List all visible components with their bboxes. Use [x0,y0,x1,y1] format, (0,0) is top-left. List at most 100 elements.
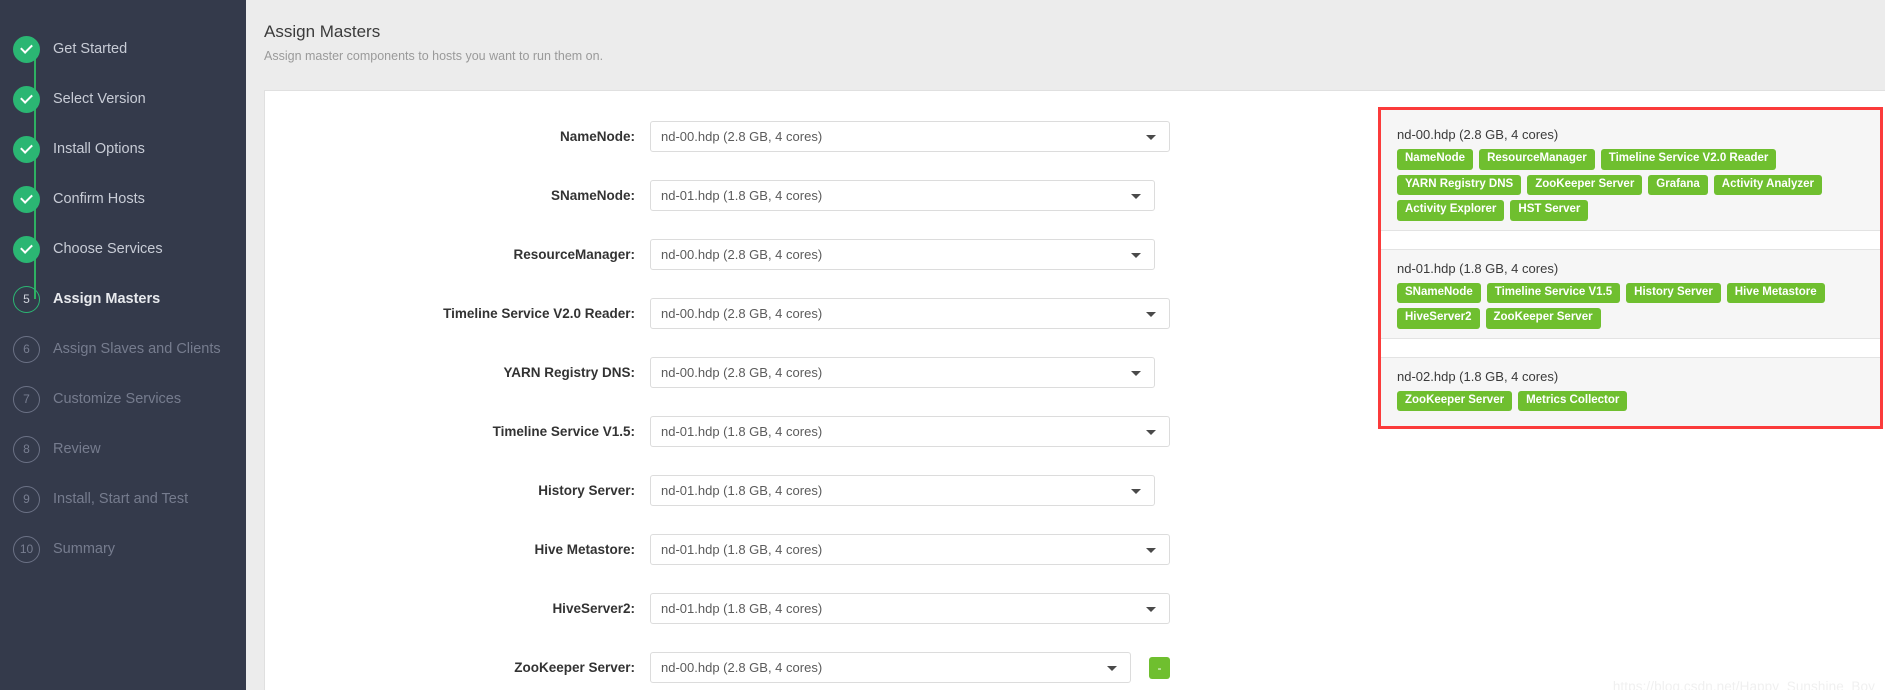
component-badge[interactable]: ZooKeeper Server [1397,390,1513,411]
form-row: ZooKeeper Server: nd-00.hdp (2.8 GB, 4 co… [265,638,1170,690]
form-row: NameNode: nd-00.hdp (2.8 GB, 4 cores) [265,107,1170,166]
host-select[interactable]: nd-00.hdp (2.8 GB, 4 cores) [650,239,1155,270]
host-select[interactable]: nd-01.hdp (1.8 GB, 4 cores) [650,593,1170,624]
host-select-value: nd-01.hdp (1.8 GB, 4 cores) [661,188,823,203]
component-badge[interactable]: ZooKeeper Server [1527,174,1643,195]
host-select-value: nd-01.hdp (1.8 GB, 4 cores) [661,483,823,498]
component-badge[interactable]: Timeline Service V2.0 Reader [1600,149,1777,170]
host-select-value: nd-00.hdp (2.8 GB, 4 cores) [661,365,823,380]
component-badge[interactable]: Timeline Service V1.5 [1486,282,1621,303]
sidebar-step-label: Install Options [53,141,145,157]
remove-zookeeper-button[interactable]: - [1149,656,1170,679]
component-badge[interactable]: History Server [1626,282,1721,303]
sidebar-step-install-start-and-test[interactable]: 9 Install, Start and Test [0,474,246,524]
host-select[interactable]: nd-00.hdp (2.8 GB, 4 cores) [650,652,1132,683]
host-block: nd-01.hdp (1.8 GB, 4 cores) SNameNode Time… [1381,250,1880,338]
sidebar-step-label: Get Started [53,41,128,57]
chevron-down-icon [1131,193,1141,199]
step-number-badge: 7 [13,385,40,413]
sidebar-step-label: Install, Start and Test [53,491,189,507]
form-row: Hive Metastore: nd-01.hdp (1.8 GB, 4 core… [265,520,1170,579]
host-select[interactable]: nd-01.hdp (1.8 GB, 4 cores) [650,534,1170,565]
check-icon [13,135,40,163]
component-badge[interactable]: Metrics Collector [1518,390,1628,411]
host-gap [1381,338,1880,357]
sidebar-step-review[interactable]: 8 Review [0,424,246,474]
sidebar-step-assign-masters[interactable]: 5 Assign Masters [0,274,246,324]
host-select[interactable]: nd-01.hdp (1.8 GB, 4 cores) [650,475,1155,506]
sidebar-step-label: Select Version [53,91,146,107]
component-badge-list: ZooKeeper Server Metrics Collector [1397,390,1866,411]
installer-wizard: Get Started Select Version Install Options… [0,0,1885,690]
chevron-down-icon [1107,665,1118,671]
component-label: HiveServer2: [552,601,635,616]
component-badge[interactable]: ResourceManager [1479,149,1595,170]
form-row: ResourceManager: nd-00.hdp (2.8 GB, 4 cor… [265,225,1170,284]
host-select[interactable]: nd-01.hdp (1.8 GB, 4 cores) [650,180,1155,211]
host-name: nd-00.hdp (2.8 GB, 4 cores) [1397,127,1559,142]
host-select-value: nd-00.hdp (2.8 GB, 4 cores) [661,247,823,262]
step-number-badge: 5 [13,285,40,313]
form-row: Timeline Service V2.0 Reader: nd-00.hdp (… [265,284,1170,343]
form-row: History Server: nd-01.hdp (1.8 GB, 4 core… [265,461,1170,520]
sidebar-step-label: Summary [53,541,116,557]
host-name: nd-01.hdp (1.8 GB, 4 cores) [1397,260,1559,276]
form-row: SNameNode: nd-01.hdp (1.8 GB, 4 cores) [265,166,1170,225]
page-subtitle: Assign master components to hosts you wa… [264,49,604,63]
sidebar-step-customize-services[interactable]: 7 Customize Services [0,374,246,424]
sidebar-step-get-started[interactable]: Get Started [0,24,246,99]
component-badge[interactable]: YARN Registry DNS [1397,174,1522,195]
component-badge[interactable]: HST Server [1510,200,1589,221]
host-summary-panel: nd-00.hdp (2.8 GB, 4 cores) NameNode Resou… [1378,107,1883,429]
chevron-down-icon [1131,252,1141,258]
component-badge[interactable]: Activity Analyzer [1713,174,1823,195]
host-select[interactable]: nd-00.hdp (2.8 GB, 4 cores) [650,121,1170,152]
host-block: nd-00.hdp (2.8 GB, 4 cores) NameNode Resou… [1381,116,1880,230]
check-icon [13,185,40,213]
page-title: Assign Masters [264,22,381,41]
wizard-step-list: Get Started Select Version Install Options… [0,24,246,574]
host-select-value: nd-00.hdp (2.8 GB, 4 cores) [661,660,823,675]
sidebar-step-assign-slaves-and-clients[interactable]: 6 Assign Slaves and Clients [0,324,246,374]
sidebar-step-choose-services[interactable]: Choose Services [0,224,246,299]
component-label: ZooKeeper Server: [514,660,635,675]
step-number: 7 [23,392,30,406]
form-row: Timeline Service V1.5: nd-01.hdp (1.8 GB,… [265,402,1170,461]
component-badge[interactable]: ZooKeeper Server [1485,308,1601,329]
check-icon [13,235,40,263]
host-select-value: nd-01.hdp (1.8 GB, 4 cores) [661,542,823,557]
step-number-badge: 9 [13,485,40,513]
component-label: Timeline Service V2.0 Reader: [443,306,635,321]
component-badge[interactable]: SNameNode [1397,282,1481,303]
sidebar-step-label: Confirm Hosts [53,191,145,207]
host-select-value: nd-01.hdp (1.8 GB, 4 cores) [661,424,823,439]
host-select-value: nd-00.hdp (2.8 GB, 4 cores) [661,306,823,321]
step-number: 9 [23,492,30,506]
component-label: NameNode: [559,129,635,144]
step-number-badge: 10 [13,535,40,563]
chevron-down-icon [1146,311,1156,317]
sidebar-step-select-version[interactable]: Select Version [0,74,246,149]
component-badge[interactable]: Hive Metastore [1726,282,1825,303]
host-select[interactable]: nd-00.hdp (2.8 GB, 4 cores) [650,298,1170,329]
component-badge[interactable]: Grafana [1648,174,1708,195]
sidebar-step-label: Customize Services [53,391,182,407]
chevron-down-icon [1146,547,1156,553]
component-label: YARN Registry DNS: [503,365,635,380]
form-row: HiveServer2: nd-01.hdp (1.8 GB, 4 cores) [265,579,1170,638]
sidebar-step-summary[interactable]: 10 Summary [0,524,246,574]
component-badge[interactable]: Activity Explorer [1397,200,1505,221]
host-select[interactable]: nd-01.hdp (1.8 GB, 4 cores) [650,416,1170,447]
component-badge[interactable]: NameNode [1397,149,1474,170]
step-number: 8 [23,442,30,456]
component-badge[interactable]: HiveServer2 [1397,308,1480,329]
step-number-badge: 6 [13,335,40,363]
sidebar-step-label: Choose Services [53,241,163,257]
host-name: nd-02.hdp (1.8 GB, 4 cores) [1397,368,1559,384]
sidebar-step-install-options[interactable]: Install Options [0,124,246,199]
host-gap [1381,230,1880,249]
sidebar-step-confirm-hosts[interactable]: Confirm Hosts [0,174,246,249]
check-icon [13,35,40,63]
step-number: 5 [23,292,30,306]
host-select[interactable]: nd-00.hdp (2.8 GB, 4 cores) [650,357,1155,388]
